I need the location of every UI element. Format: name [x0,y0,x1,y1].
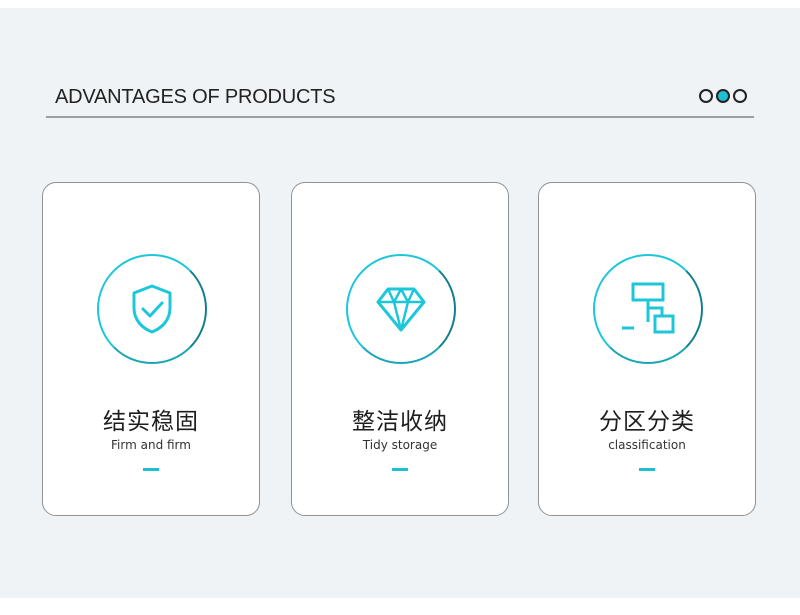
card-title: 分区分类 [599,409,695,435]
shield-check-icon [132,284,172,334]
accent-dash [143,468,159,471]
icon-circle [346,254,456,364]
section-title: ADVANTAGES OF PRODUCTS [55,86,336,108]
card-subtitle: Firm and firm [111,438,191,452]
feature-card-classification[interactable]: 分区分类 classification [538,182,756,516]
icon-circle [97,254,207,364]
feature-card-tidy[interactable]: 整洁收纳 Tidy storage [291,182,509,516]
hierarchy-icon [622,282,675,334]
diamond-icon [376,287,426,332]
section-header: ADVANTAGES OF PRODUCTS [46,78,754,118]
card-title: 整洁收纳 [352,409,448,435]
pagination-dot-1[interactable] [699,89,713,103]
accent-dash [392,468,408,471]
card-subtitle: classification [608,438,686,452]
pagination-dot-2[interactable] [716,89,730,103]
card-title: 结实稳固 [103,409,199,435]
accent-dash [639,468,655,471]
card-subtitle: Tidy storage [362,438,438,452]
icon-circle [593,254,703,364]
pagination-dots [699,89,747,103]
feature-card-firm[interactable]: 结实稳固 Firm and firm [42,182,260,516]
pagination-dot-3[interactable] [733,89,747,103]
